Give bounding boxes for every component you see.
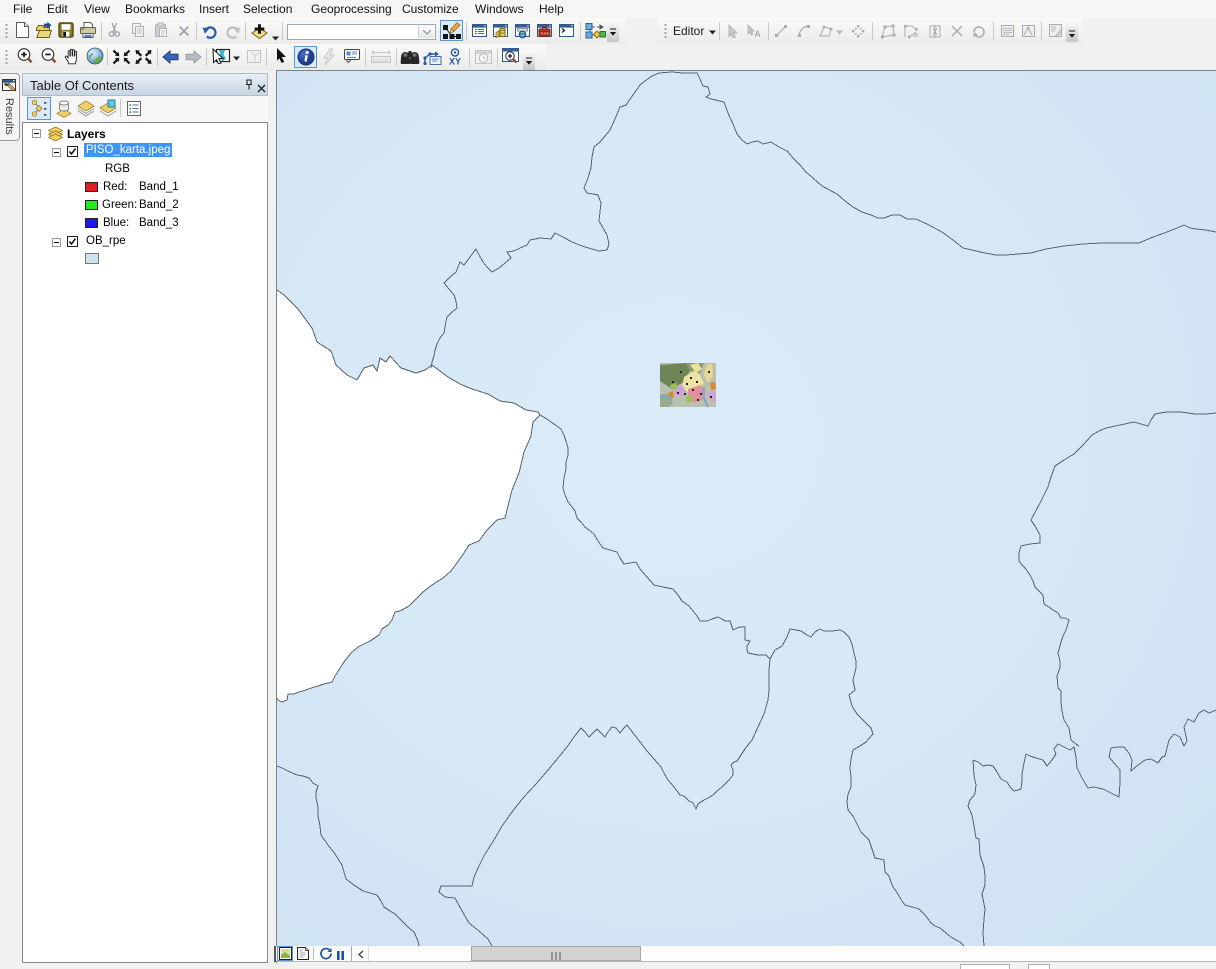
svg-text:A: A <box>754 29 761 38</box>
svg-text:XY: XY <box>449 57 461 67</box>
